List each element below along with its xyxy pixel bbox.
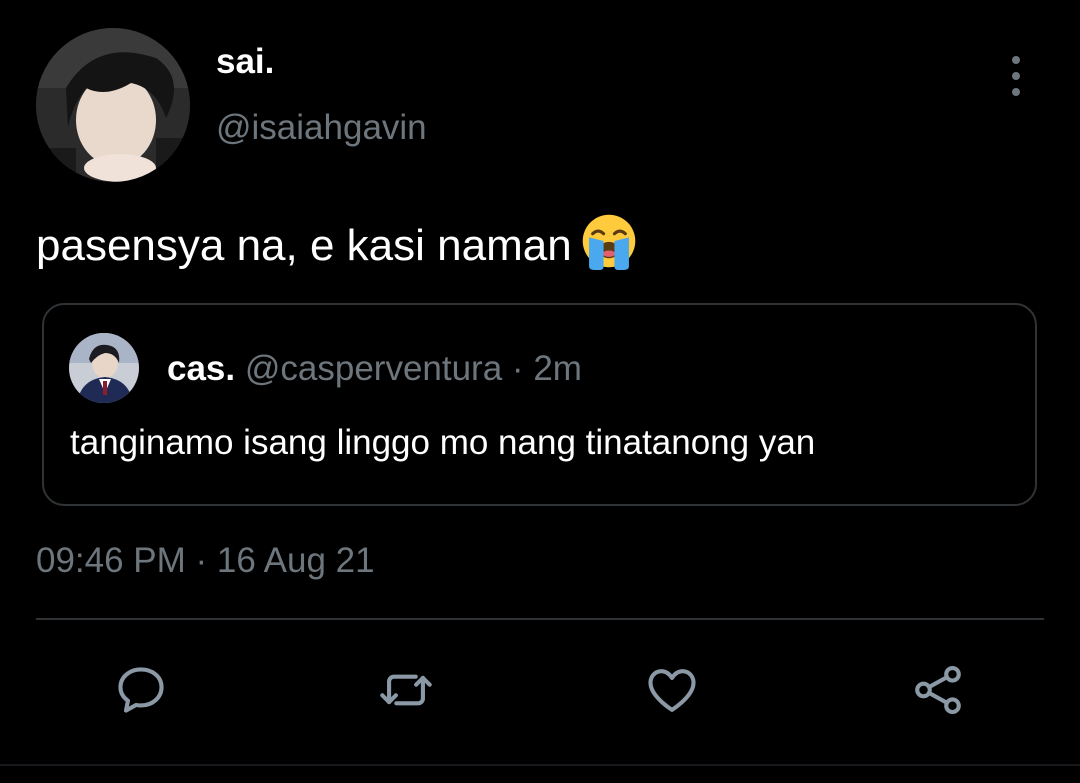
quoted-tweet-time: 2m <box>533 349 582 388</box>
more-options-dot <box>1012 72 1020 80</box>
more-options-button[interactable] <box>996 52 1036 100</box>
like-button[interactable] <box>640 658 704 722</box>
quoted-author-display-name[interactable]: cas. <box>167 349 235 388</box>
more-options-dot <box>1012 88 1020 96</box>
author-handle[interactable]: @isaiahgavin <box>216 110 427 145</box>
heart-icon <box>648 669 696 712</box>
retweet-arrows-icon <box>380 674 432 706</box>
quoted-tweet-header: cas. @casperventura · 2m <box>167 351 582 386</box>
quoted-tweet-card[interactable]: cas. @casperventura · 2m tanginamo isang… <box>42 303 1037 506</box>
tweet-timestamp[interactable]: 09:46 PM · 16 Aug 21 <box>36 543 375 578</box>
share-button[interactable] <box>906 658 970 722</box>
author-display-name[interactable]: sai. <box>216 44 274 79</box>
quoted-author-avatar[interactable] <box>69 333 139 403</box>
speech-bubble-icon <box>118 667 164 713</box>
retweet-button[interactable] <box>374 658 438 722</box>
divider <box>36 618 1044 620</box>
more-options-icon <box>1012 56 1020 64</box>
quoted-avatar-photo <box>69 333 139 403</box>
quoted-tweet-separator: · <box>511 349 524 388</box>
tweet-text: pasensya na, e kasi naman <box>36 212 638 270</box>
tweet-text-content: pasensya na, e kasi naman <box>36 221 572 270</box>
bottom-divider <box>0 764 1080 766</box>
quoted-author-handle[interactable]: @casperventura <box>245 349 502 388</box>
quoted-tweet-text: tanginamo isang linggo mo nang tinatanon… <box>70 423 816 462</box>
loudly-crying-face-icon <box>582 214 635 270</box>
share-nodes-icon <box>915 665 961 715</box>
author-avatar[interactable] <box>36 28 190 182</box>
avatar-photo <box>36 28 190 182</box>
reply-button[interactable] <box>109 658 173 722</box>
